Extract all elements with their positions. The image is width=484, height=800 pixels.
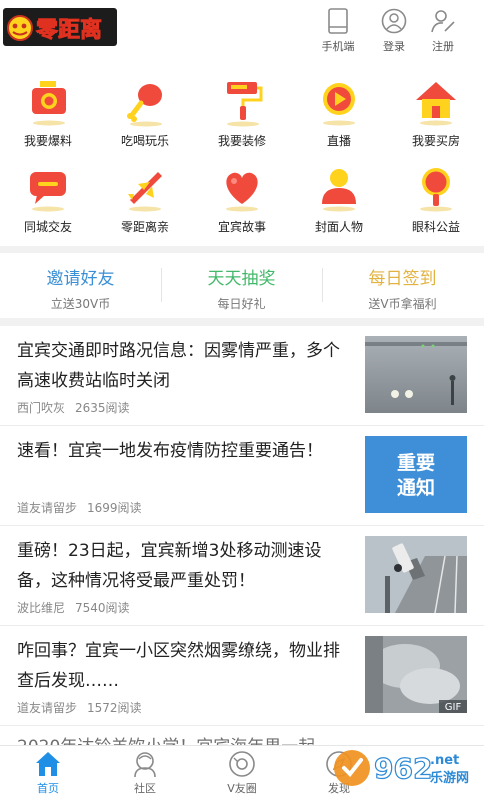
news-reads: 7540阅读 bbox=[75, 601, 130, 615]
community-icon bbox=[134, 752, 156, 778]
category-food[interactable]: 吃喝玩乐 bbox=[97, 70, 193, 154]
news-title[interactable]: 速看！宜宾一地发布疫情防控重要通告！ bbox=[17, 436, 352, 466]
camera-circle-icon bbox=[229, 751, 255, 777]
chat-bubble-icon bbox=[30, 172, 66, 212]
smoke-photo[interactable]: GIF bbox=[365, 636, 467, 713]
svg-text:乐游网: 乐游网 bbox=[430, 770, 469, 786]
top-header: 零距离 手机端 登录 注册 bbox=[0, 0, 484, 64]
news-reads: 1572阅读 bbox=[87, 701, 142, 715]
tab-community[interactable]: 社区 bbox=[97, 750, 193, 796]
category-grid: 我要爆料 吃喝玩乐 我要装修 直播 我要买房 同城交友 零距离亲 宜宾故事 封面… bbox=[0, 70, 484, 244]
gif-badge: GIF bbox=[445, 702, 462, 713]
news-meta: 道友请留步 1699阅读 bbox=[17, 499, 142, 516]
tab-vfriends[interactable]: V友圈 bbox=[194, 750, 290, 796]
news-item[interactable]: 咋回事？宜宾一小区突然烟雾缭绕，物业排查后发现…… 道友请留步 1572阅读 GI… bbox=[0, 626, 484, 726]
tab-home[interactable]: 首页 bbox=[0, 750, 96, 796]
news-author: 西门吹灰 bbox=[17, 401, 66, 415]
tab-label: V友圈 bbox=[227, 782, 257, 795]
category-label: 眼科公益 bbox=[411, 220, 460, 234]
news-author: 道友请留步 bbox=[17, 501, 78, 515]
svg-text:通知: 通知 bbox=[397, 476, 435, 499]
login-label: 登录 bbox=[383, 40, 405, 53]
category-cover-person[interactable]: 封面人物 bbox=[291, 156, 387, 240]
heart-icon bbox=[226, 172, 258, 212]
category-report[interactable]: 我要爆料 bbox=[0, 70, 96, 154]
category-label: 我要爆料 bbox=[23, 134, 72, 148]
section-divider bbox=[0, 318, 484, 326]
mobile-link[interactable]: 手机端 bbox=[316, 8, 360, 54]
user-icon bbox=[381, 8, 407, 34]
app-logo[interactable]: 零距离 bbox=[3, 8, 117, 46]
login-link[interactable]: 登录 bbox=[372, 8, 416, 54]
category-friends[interactable]: 同城交友 bbox=[0, 156, 96, 240]
svg-text:零距离: 零距离 bbox=[35, 17, 102, 43]
invite-friends-button[interactable]: 邀请好友 立送30V币 bbox=[0, 254, 161, 316]
phone-icon bbox=[328, 8, 348, 34]
news-reads: 2635阅读 bbox=[75, 401, 130, 415]
category-family[interactable]: 零距离亲 bbox=[97, 156, 193, 240]
tab-label: 社区 bbox=[134, 782, 156, 795]
magnifier-icon bbox=[420, 168, 452, 212]
news-item[interactable]: 速看！宜宾一地发布疫情防控重要通告！ 道友请留步 1699阅读 重要 通知 bbox=[0, 426, 484, 526]
notice-banner[interactable]: 重要 通知 bbox=[365, 436, 467, 513]
news-meta: 西门吹灰 2635阅读 bbox=[17, 399, 130, 416]
news-title[interactable]: 咋回事？宜宾一小区突然烟雾缭绕，物业排查后发现…… bbox=[17, 636, 352, 696]
mobile-label: 手机端 bbox=[321, 40, 355, 53]
category-label: 零距离亲 bbox=[120, 220, 169, 234]
fog-road-photo[interactable] bbox=[365, 336, 467, 413]
section-divider bbox=[0, 246, 484, 253]
lottery-sub: 每日好礼 bbox=[217, 297, 266, 311]
checkin-sub: 送V币拿福利 bbox=[368, 297, 437, 311]
daily-checkin-button[interactable]: 每日签到 送V币拿福利 bbox=[322, 254, 483, 316]
news-author: 波比维尼 bbox=[17, 601, 66, 615]
speed-camera-photo[interactable] bbox=[365, 536, 467, 613]
category-label: 吃喝玩乐 bbox=[120, 134, 169, 148]
category-label: 我要买房 bbox=[411, 134, 460, 148]
activity-row: 邀请好友 立送30V币 天天抽奖 每日好礼 每日签到 送V币拿福利 bbox=[0, 254, 484, 316]
svg-text:962: 962 bbox=[374, 752, 432, 785]
home-icon bbox=[36, 752, 60, 776]
news-item[interactable]: 宜宾交通即时路况信息：因雾情严重，多个高速收费站临时关闭 西门吹灰 2635阅读 bbox=[0, 326, 484, 426]
register-label: 注册 bbox=[432, 40, 454, 53]
category-eye-charity[interactable]: 眼科公益 bbox=[388, 156, 484, 240]
news-title[interactable]: 重磅！23日起，宜宾新增3处移动测速设备，这种情况将受最严重处罚！ bbox=[17, 536, 352, 596]
register-icon bbox=[431, 10, 455, 33]
paint-roller-icon bbox=[227, 82, 263, 127]
news-item[interactable]: 重磅！23日起，宜宾新增3处移动测速设备，这种情况将受最严重处罚！ 波比维尼 75… bbox=[0, 526, 484, 626]
news-title[interactable]: 宜宾交通即时路况信息：因雾情严重，多个高速收费站临时关闭 bbox=[17, 336, 352, 396]
category-label: 我要装修 bbox=[217, 134, 266, 148]
category-label: 直播 bbox=[326, 134, 351, 148]
category-label: 宜宾故事 bbox=[217, 220, 266, 234]
news-author: 道友请留步 bbox=[17, 701, 78, 715]
category-label: 封面人物 bbox=[314, 220, 363, 234]
category-decorate[interactable]: 我要装修 bbox=[194, 70, 290, 154]
lottery-title: 天天抽奖 bbox=[207, 269, 276, 289]
category-house[interactable]: 我要买房 bbox=[388, 70, 484, 154]
site-watermark: 962 .net 乐游网 bbox=[334, 750, 469, 786]
svg-text:.net: .net bbox=[430, 753, 459, 768]
airplane-icon bbox=[128, 172, 162, 212]
category-live[interactable]: 直播 bbox=[291, 70, 387, 154]
category-story[interactable]: 宜宾故事 bbox=[194, 156, 290, 240]
person-icon bbox=[322, 169, 356, 212]
news-meta: 波比维尼 7540阅读 bbox=[17, 599, 130, 616]
daily-lottery-button[interactable]: 天天抽奖 每日好礼 bbox=[161, 254, 322, 316]
drumstick-icon bbox=[127, 84, 162, 127]
invite-sub: 立送30V币 bbox=[50, 297, 111, 311]
checkin-title: 每日签到 bbox=[368, 269, 437, 289]
category-label: 同城交友 bbox=[23, 220, 72, 234]
play-icon bbox=[323, 83, 355, 126]
camera-icon bbox=[32, 81, 66, 126]
news-reads: 1699阅读 bbox=[87, 501, 142, 515]
news-meta: 道友请留步 1572阅读 bbox=[17, 699, 142, 716]
svg-text:重要: 重要 bbox=[397, 452, 435, 474]
tab-label: 首页 bbox=[37, 782, 59, 795]
house-icon bbox=[416, 82, 456, 126]
invite-title: 邀请好友 bbox=[46, 269, 115, 289]
register-link[interactable]: 注册 bbox=[421, 8, 465, 54]
